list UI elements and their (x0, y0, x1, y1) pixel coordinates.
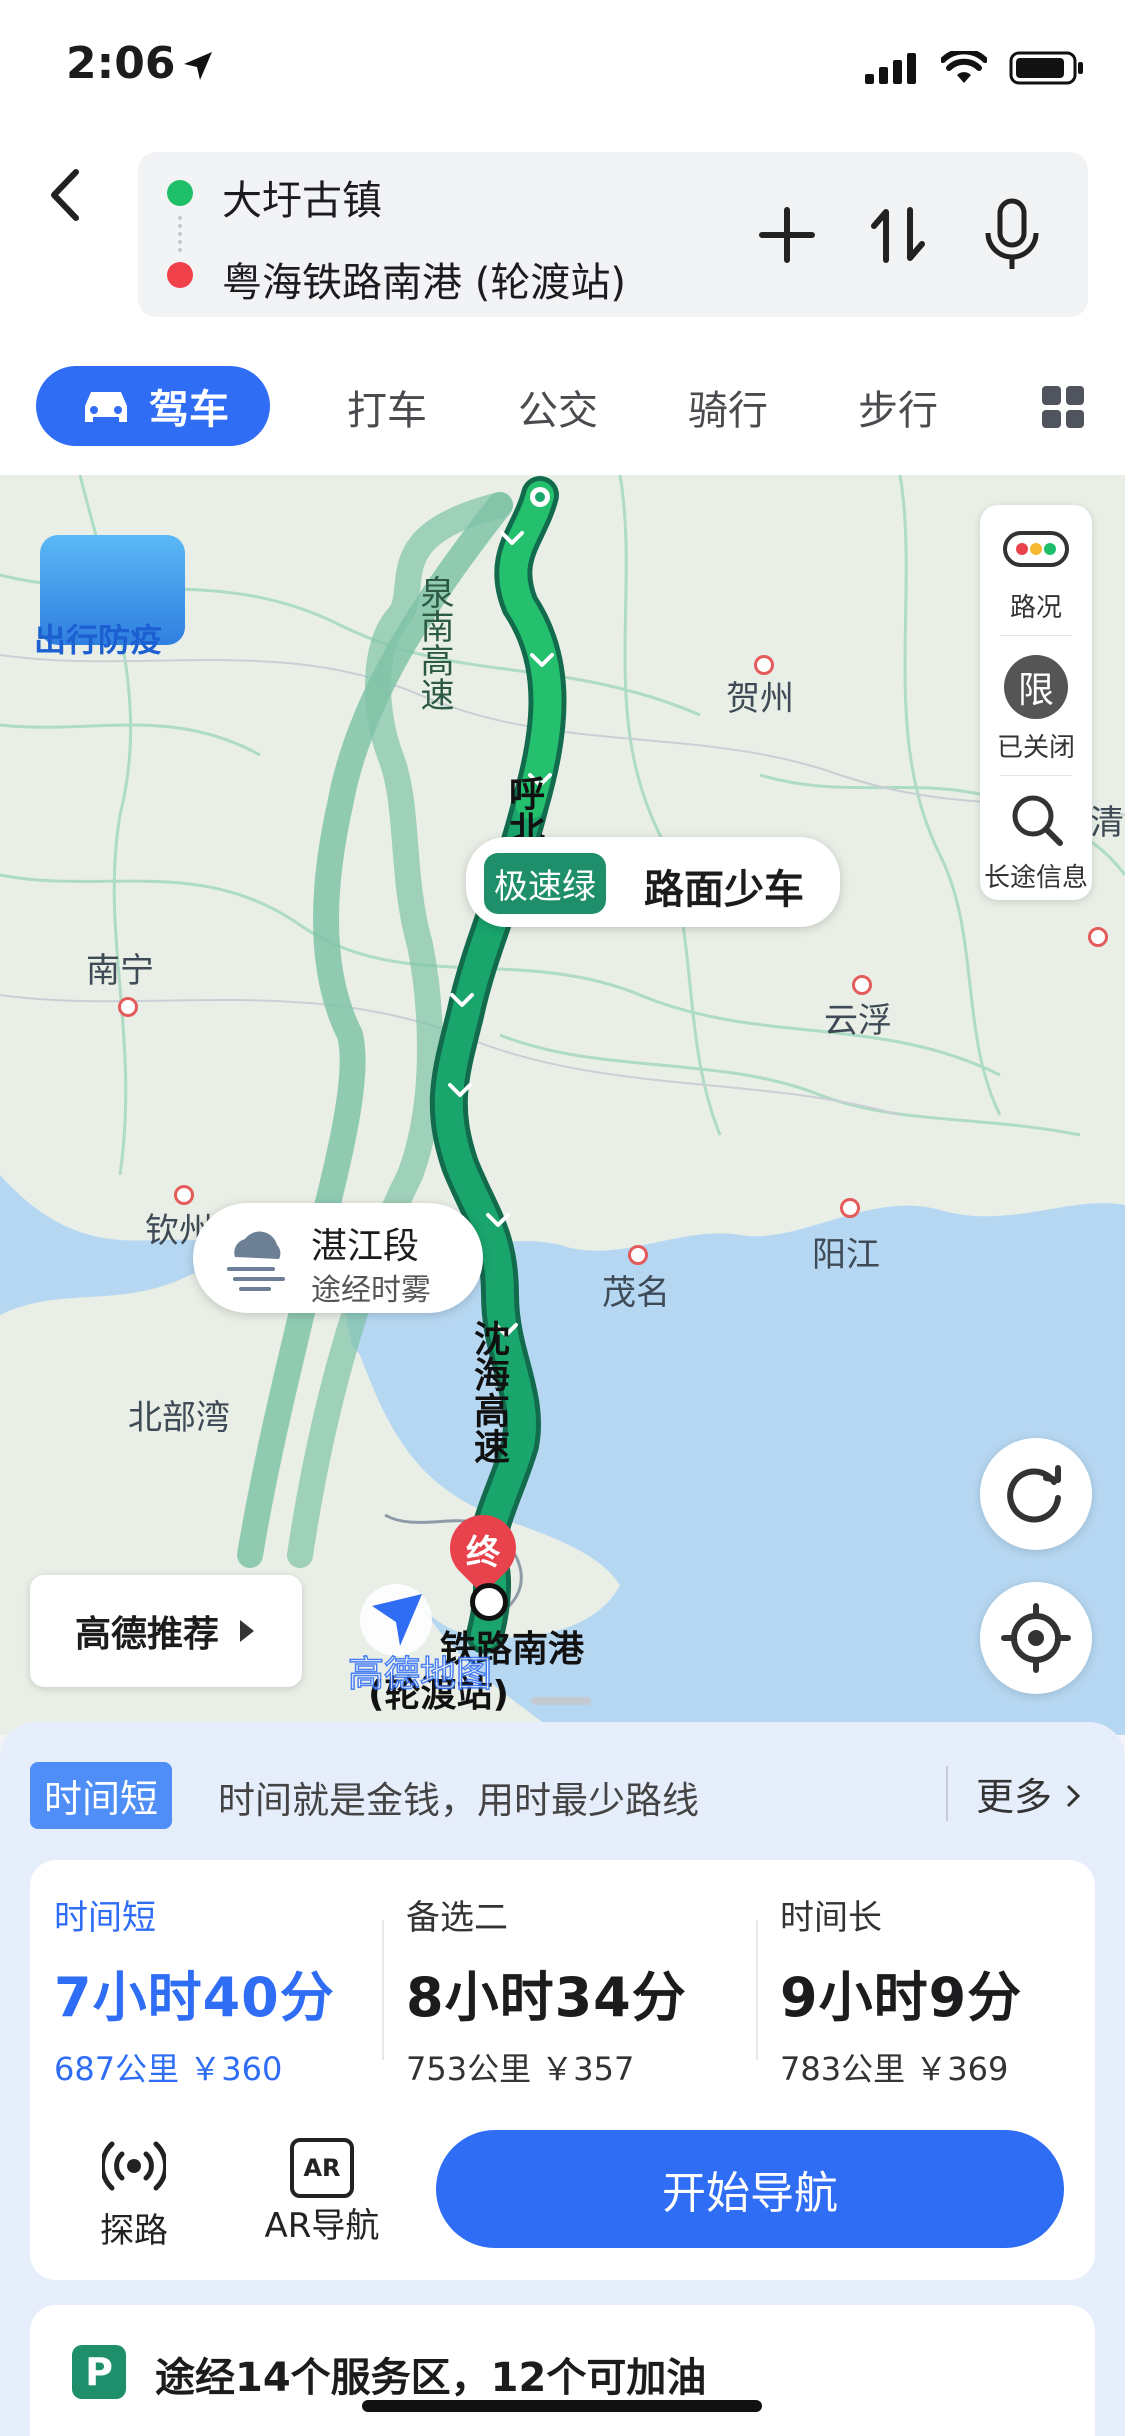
home-indicator (362, 2400, 762, 2412)
probe-road-label: 探路 (100, 2211, 168, 2251)
city-label-nanning: 南宁 (86, 951, 154, 991)
divider (1000, 635, 1072, 636)
tab-cycling[interactable]: 骑行 (688, 378, 768, 436)
tab-taxi[interactable]: 打车 (347, 378, 427, 436)
ar-icon: AR (290, 2138, 354, 2198)
city-label-yangjiang: 阳江 (812, 1235, 880, 1275)
weather-callout-title: 湛江段 (311, 1226, 420, 1267)
map-view[interactable]: 出行防疫 泉南高速 呼北高速 沈海高速 贺州 南宁 云浮 钦州 茂名 阳江 北部… (0, 475, 1125, 1735)
locate-icon (1001, 1603, 1071, 1673)
add-waypoint-icon[interactable] (752, 200, 822, 270)
destination-dot-icon (167, 262, 193, 288)
road-label-quannan: 泉南高速 (414, 575, 454, 711)
more-routes-link[interactable]: 更多 (946, 1766, 1082, 1821)
divider (1000, 775, 1072, 776)
recommend-label: 高德推荐 (74, 1614, 219, 1655)
fog-icon (227, 1231, 285, 1291)
status-time: 2:06 (66, 38, 176, 89)
origin-field[interactable]: 大圩古镇 (222, 168, 382, 226)
end-marker-label: 终 (466, 1533, 500, 1573)
route-option-duration: 9小时9分 (780, 1966, 1023, 2029)
city-dot (852, 975, 872, 995)
speed-callout[interactable]: 极速绿 路面少车 (466, 837, 840, 927)
sheet-handle[interactable] (531, 1697, 591, 1705)
swap-route-icon[interactable] (864, 200, 934, 270)
map-side-panel: 路况 限 已关闭 长途信息 (980, 505, 1092, 900)
parking-icon: P (72, 2345, 126, 2399)
ar-navigation-label: AR导航 (264, 2206, 380, 2246)
restriction-status-label[interactable]: 已关闭 (980, 727, 1092, 764)
battery-icon (1009, 51, 1083, 85)
route-option-distance-cost: 783公里 ￥369 (780, 2050, 1009, 2088)
road-label-shenhai: 沈海高速 (468, 1320, 509, 1464)
search-icon[interactable] (1008, 791, 1066, 849)
route-option-distance-cost: 687公里 ￥360 (54, 2050, 283, 2088)
map-base (0, 475, 1125, 1735)
caret-right-icon (240, 1620, 254, 1642)
divider (382, 1920, 384, 2060)
route-option-1[interactable]: 时间短 7小时40分 687公里 ￥360 (54, 1890, 384, 2090)
route-type-description: 时间就是金钱，用时最少路线 (218, 1779, 699, 1822)
more-modes-grid-icon[interactable] (1042, 386, 1084, 428)
route-option-duration: 7小时40分 (54, 1966, 335, 2029)
cellular-signal-icon (865, 53, 916, 84)
back-icon[interactable] (40, 160, 90, 230)
ar-navigation-button[interactable]: AR AR导航 (252, 2138, 392, 2247)
route-type-tag: 时间短 (30, 1762, 173, 1829)
map-watermark: 高德地图 (347, 1653, 493, 1696)
voice-input-icon[interactable] (976, 195, 1048, 275)
restriction-icon[interactable]: 限 (1004, 655, 1068, 719)
speed-badge: 极速绿 (484, 853, 606, 914)
broadcast-icon (99, 2141, 169, 2191)
more-label: 更多 (976, 1775, 1053, 1819)
gaode-recommend-button[interactable]: 高德推荐 (30, 1575, 302, 1687)
traffic-light-icon[interactable] (1002, 527, 1070, 571)
origin-dot-icon (167, 180, 193, 206)
tab-drive[interactable]: 驾车 (36, 366, 270, 446)
destination-field[interactable]: 粤海铁路南港 (轮渡站) (222, 250, 626, 308)
city-dot (1088, 927, 1108, 947)
route-option-label: 时间短 (54, 1898, 156, 1938)
city-dot (628, 1245, 648, 1265)
tab-drive-label: 驾车 (149, 387, 229, 433)
city-dot (118, 997, 138, 1017)
weather-callout-subtitle: 途经时雾 (311, 1273, 431, 1308)
city-label-hezhou: 贺州 (726, 679, 794, 719)
locate-me-button[interactable] (980, 1582, 1092, 1694)
location-arrow-icon (184, 52, 212, 80)
speed-callout-text: 路面少车 (644, 867, 804, 913)
tab-transit[interactable]: 公交 (518, 378, 598, 436)
city-dot (840, 1198, 860, 1218)
route-option-duration: 8小时34分 (406, 1966, 687, 2029)
refresh-icon (1007, 1465, 1061, 1523)
route-option-distance-cost: 753公里 ￥357 (406, 2050, 635, 2088)
route-option-2[interactable]: 备选二 8小时34分 753公里 ￥357 (406, 1890, 736, 2090)
map-edge-label: 清 (1090, 803, 1124, 843)
city-dot (174, 1185, 194, 1205)
service-area-summary: 途经14个服务区，12个可加油 (155, 2355, 707, 2401)
chevron-right-icon (1067, 1784, 1081, 1808)
tab-walking[interactable]: 步行 (858, 378, 938, 436)
start-navigation-button[interactable]: 开始导航 (436, 2130, 1064, 2248)
route-option-label: 备选二 (406, 1898, 508, 1938)
route-option-3[interactable]: 时间长 9小时9分 783公里 ￥369 (780, 1890, 1110, 2090)
long-trip-info-label[interactable]: 长途信息 (980, 857, 1092, 894)
city-label-maoming: 茂名 (602, 1273, 670, 1313)
refresh-button[interactable] (980, 1438, 1092, 1550)
epidemic-badge-label[interactable]: 出行防疫 (34, 615, 162, 661)
traffic-toggle-label[interactable]: 路况 (980, 587, 1092, 624)
sea-label-beibu-gulf: 北部湾 (128, 1398, 230, 1438)
city-label-yunfu: 云浮 (824, 1001, 892, 1041)
probe-road-button[interactable]: 探路 (74, 2138, 194, 2252)
car-icon (85, 392, 127, 422)
weather-callout[interactable]: 湛江段 途经时雾 (193, 1203, 483, 1313)
route-connector (178, 216, 186, 252)
wifi-icon (941, 51, 987, 83)
divider (756, 1920, 758, 2060)
status-icons (865, 50, 1085, 86)
end-point-dot (470, 1583, 508, 1621)
route-option-label: 时间长 (780, 1898, 882, 1938)
